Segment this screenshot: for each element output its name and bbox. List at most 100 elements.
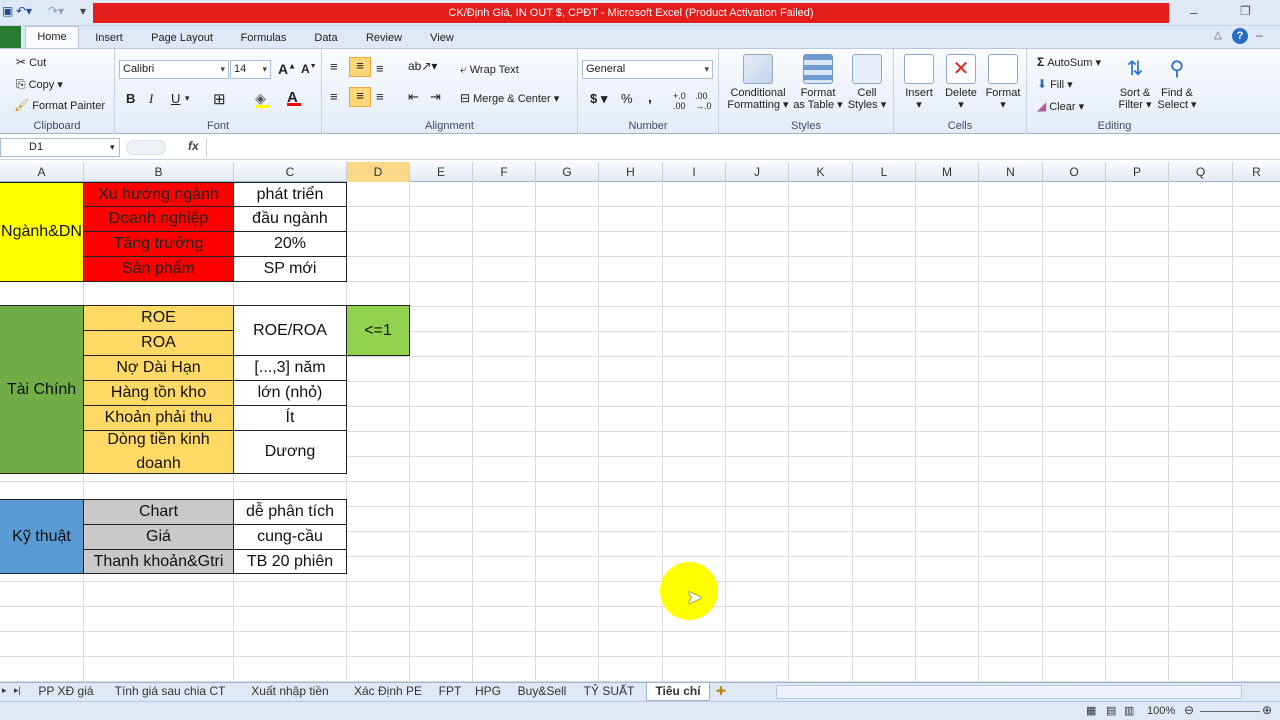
collapse-ribbon-icon[interactable]: △	[1214, 30, 1222, 41]
sheet-tab-hpg[interactable]: HPG	[472, 683, 504, 701]
tab-data[interactable]: Data	[310, 29, 342, 48]
autosum-button[interactable]: Σ AutoSum ▾	[1037, 55, 1101, 69]
column-header-i[interactable]: I	[663, 162, 726, 182]
cell-c-duong[interactable]: Dương	[233, 430, 347, 474]
currency-button[interactable]: $ ▾	[590, 91, 607, 107]
bold-button[interactable]: B	[126, 91, 135, 106]
help-icon[interactable]: ?	[1232, 28, 1248, 44]
fill-button[interactable]: ⬇ Fill ▾	[1037, 77, 1073, 91]
cell-b-hang-ton-kho[interactable]: Hàng tồn kho	[83, 380, 234, 406]
cell-b-roa[interactable]: ROA	[83, 330, 234, 356]
window-minimize-icon[interactable]: –	[1256, 28, 1263, 42]
sheet-tab-xac-dinh-pe[interactable]: Xác Định PE	[348, 683, 428, 701]
column-header-c[interactable]: C	[234, 162, 347, 182]
tab-formulas[interactable]: Formulas	[236, 29, 291, 48]
cell-a-nganh-dn[interactable]: Ngành&DN	[0, 182, 84, 282]
delete-cells-button[interactable]: ✕ Delete ▾	[940, 54, 982, 111]
column-header-o[interactable]: O	[1043, 162, 1106, 182]
cell-b-san-pham[interactable]: Sản phẩm	[83, 256, 234, 282]
page-break-view-icon[interactable]: ▥	[1124, 704, 1134, 717]
cell-d-ratio[interactable]: <=1	[346, 305, 410, 356]
tab-insert[interactable]: Insert	[93, 29, 125, 48]
cell-c-nam[interactable]: [...,3] năm	[233, 355, 347, 381]
file-tab[interactable]	[0, 26, 21, 48]
restore-icon[interactable]: ❐	[1240, 4, 1251, 18]
sheet-tab-pp-xd-gia[interactable]: PP XĐ giá	[30, 683, 102, 701]
shrink-font-icon[interactable]: A▼	[301, 62, 317, 76]
increase-indent-icon[interactable]: ⇥	[430, 89, 441, 105]
save-icon[interactable]: ▣	[2, 4, 13, 18]
percent-button[interactable]: %	[621, 91, 633, 106]
grow-font-icon[interactable]: A▲	[278, 61, 296, 77]
cell-c-de-phan-tich[interactable]: dễ phân tích	[233, 499, 347, 525]
align-bottom-icon[interactable]: ≡	[376, 61, 384, 76]
orientation-icon[interactable]: ab↗▾	[408, 59, 437, 73]
page-layout-view-icon[interactable]: ▤	[1106, 704, 1116, 717]
sheet-tab-ty-suat[interactable]: TỶ SUẤT	[578, 683, 640, 701]
worksheet-grid[interactable]: Ngành&DN Xu hướng ngành phát triển Doanh…	[0, 182, 1280, 682]
increase-decimal-icon[interactable]: +.0.00	[673, 91, 686, 111]
align-middle-icon[interactable]: ≡	[349, 57, 371, 77]
cell-a-ky-thuat[interactable]: Kỹ thuật	[0, 499, 84, 574]
insert-function-button[interactable]: fx	[188, 139, 199, 153]
name-box[interactable]: D1	[0, 138, 120, 157]
cell-b-dong-tien[interactable]: Dòng tiền kinh doanh	[83, 430, 234, 474]
format-cells-button[interactable]: Format ▾	[982, 54, 1024, 111]
customize-qat-icon[interactable]: ▾	[80, 4, 86, 18]
italic-button[interactable]: I	[149, 91, 153, 107]
sheet-tab-buy-sell[interactable]: Buy&Sell	[512, 683, 572, 701]
tab-page-layout[interactable]: Page Layout	[146, 29, 218, 48]
sort-filter-button[interactable]: ⇅ Sort & Filter ▾	[1113, 54, 1157, 111]
cell-a-tai-chinh[interactable]: Tài Chính	[0, 305, 84, 474]
font-size-combo[interactable]: 14	[230, 60, 271, 79]
cell-b-doanh-nghiep[interactable]: Doanh nghiệp	[83, 206, 234, 232]
normal-view-icon[interactable]: ▦	[1086, 704, 1096, 717]
cell-c-20-percent[interactable]: 20%	[233, 231, 347, 257]
column-header-e[interactable]: E	[410, 162, 473, 182]
tab-home[interactable]: Home	[25, 26, 79, 49]
formula-input[interactable]	[206, 138, 1280, 157]
column-header-l[interactable]: L	[853, 162, 916, 182]
cell-c-roe-roa[interactable]: ROE/ROA	[233, 305, 347, 356]
align-left-icon[interactable]: ≡	[330, 89, 338, 104]
decrease-decimal-icon[interactable]: .00 →.0	[695, 91, 712, 111]
scroll-prev-sheet-icon[interactable]: ▸	[2, 685, 7, 696]
sheet-tab-fpt[interactable]: FPT	[434, 683, 466, 701]
cell-c-dau-nganh[interactable]: đầu ngành	[233, 206, 347, 232]
cut-button[interactable]: ✂ Cut	[16, 55, 46, 69]
format-as-table-button[interactable]: Format as Table ▾	[793, 54, 843, 111]
column-header-m[interactable]: M	[916, 162, 979, 182]
font-color-icon[interactable]: A	[287, 89, 301, 106]
comma-button[interactable]: ,	[648, 89, 652, 105]
cell-b-gia[interactable]: Giá	[83, 524, 234, 550]
align-center-icon[interactable]: ≡	[349, 87, 371, 107]
font-name-combo[interactable]: Calibri	[119, 60, 229, 79]
cell-b-thanh-khoan[interactable]: Thanh khoản&Gtri	[83, 549, 234, 574]
zoom-level[interactable]: 100%	[1147, 705, 1175, 717]
copy-button[interactable]: ⎘ Copy ▾	[16, 77, 63, 92]
wrap-text-button[interactable]: ⤶ Wrap Text	[460, 62, 519, 77]
clear-button[interactable]: ◢ Clear ▾	[1037, 99, 1084, 113]
find-select-button[interactable]: ⚲ Find & Select ▾	[1155, 54, 1199, 111]
zoom-in-icon[interactable]: ⊕	[1262, 703, 1272, 717]
cell-b-roe[interactable]: ROE	[83, 305, 234, 331]
conditional-formatting-button[interactable]: Conditional Formatting ▾	[725, 54, 791, 111]
cell-c-tb-20-phien[interactable]: TB 20 phiên	[233, 549, 347, 574]
number-format-combo[interactable]: General	[582, 60, 713, 79]
column-header-a[interactable]: A	[0, 162, 84, 182]
align-right-icon[interactable]: ≡	[376, 89, 384, 104]
column-header-f[interactable]: F	[473, 162, 536, 182]
underline-button[interactable]: U	[171, 91, 180, 106]
sheet-tab-tinh-gia[interactable]: Tính giá sau chia CT	[108, 683, 232, 701]
decrease-indent-icon[interactable]: ⇤	[408, 89, 419, 105]
cell-b-xu-huong[interactable]: Xu hướng ngành	[83, 182, 234, 207]
sheet-tab-xuat-nhap-tien[interactable]: Xuất nhập tiền	[242, 683, 338, 701]
zoom-out-icon[interactable]: ⊖	[1184, 703, 1194, 717]
zoom-slider[interactable]	[1200, 711, 1260, 712]
fill-color-icon[interactable]: ◈	[255, 90, 269, 108]
column-header-r[interactable]: R	[1233, 162, 1280, 182]
column-header-j[interactable]: J	[726, 162, 789, 182]
cell-b-chart[interactable]: Chart	[83, 499, 234, 525]
redo-icon[interactable]: ↷▾	[48, 4, 64, 18]
minimize-icon[interactable]: –	[1190, 4, 1198, 20]
